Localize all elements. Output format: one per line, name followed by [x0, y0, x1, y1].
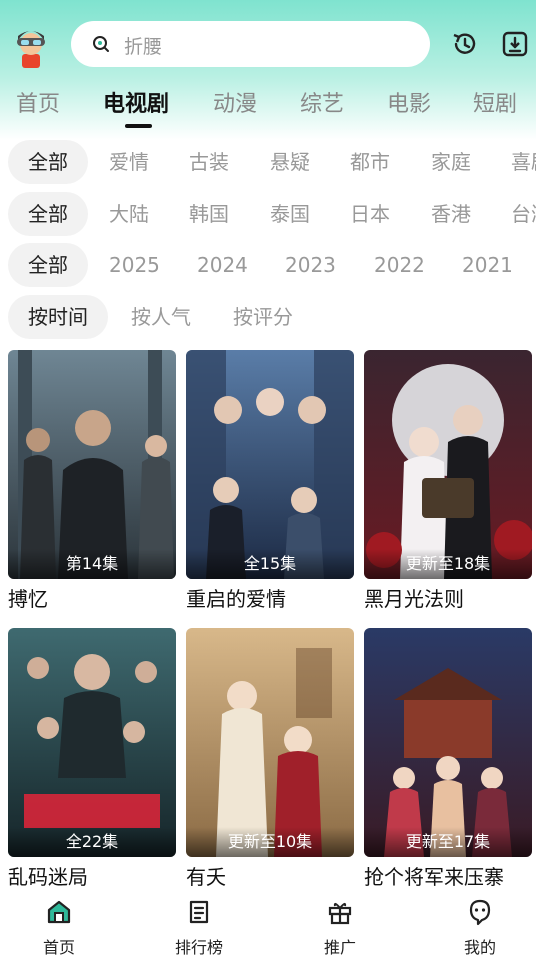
bottom-navigation: 首页 排行榜 推广 我的 [0, 890, 536, 962]
category-tabs: 首页 电视剧 动漫 综艺 电影 短剧 [0, 82, 536, 132]
region-filter: 全部 大陆 韩国 泰国 日本 香港 台湾 [0, 192, 536, 236]
region-option[interactable]: 日本 [350, 192, 390, 236]
search-icon [91, 34, 111, 54]
episode-badge: 全22集 [8, 827, 176, 857]
year-option[interactable]: 2021 [462, 243, 513, 287]
active-tab-indicator [125, 124, 152, 128]
show-card[interactable]: 全15集 重启的爱情 [186, 350, 354, 612]
nav-ranking[interactable]: 排行榜 [159, 898, 239, 958]
show-title: 搏忆 [8, 587, 48, 611]
episode-badge: 第14集 [8, 549, 176, 579]
home-icon [47, 900, 71, 924]
year-option[interactable]: 2022 [374, 243, 425, 287]
search-bar[interactable]: 折腰 [71, 21, 430, 67]
tab-home[interactable]: 首页 [16, 86, 60, 118]
nav-profile[interactable]: 我的 [440, 898, 520, 958]
show-card[interactable]: 全22集 乱码迷局 [8, 628, 176, 890]
download-icon[interactable] [501, 30, 529, 58]
nav-promotion[interactable]: 推广 [300, 898, 380, 958]
profile-icon [469, 899, 491, 926]
show-title: 有夭 [186, 865, 226, 889]
show-title: 重启的爱情 [186, 587, 286, 611]
tab-anime[interactable]: 动漫 [213, 86, 257, 118]
nav-profile-label: 我的 [463, 938, 496, 957]
region-option[interactable]: 大陆 [109, 192, 149, 236]
show-poster[interactable]: 全15集 [186, 350, 354, 579]
nav-ranking-label: 排行榜 [174, 938, 223, 957]
show-card[interactable]: 更新至10集 有夭 [186, 628, 354, 890]
genre-option[interactable]: 爱情 [109, 140, 149, 184]
year-option[interactable]: 2024 [197, 243, 248, 287]
sort-by-popularity[interactable]: 按人气 [131, 295, 191, 339]
episode-badge: 更新至10集 [186, 827, 354, 857]
history-icon[interactable] [451, 30, 479, 58]
search-placeholder: 折腰 [124, 36, 163, 58]
avatar[interactable] [12, 24, 50, 68]
sort-filter: 按时间 按人气 按评分 [0, 295, 536, 339]
show-title: 黑月光法则 [364, 587, 464, 611]
genre-option[interactable]: 都市 [350, 140, 390, 184]
year-option[interactable]: 2025 [109, 243, 160, 287]
tab-tv-series[interactable]: 电视剧 [103, 86, 169, 118]
region-option[interactable]: 香港 [431, 192, 471, 236]
episode-badge: 更新至18集 [364, 549, 532, 579]
episode-badge: 全15集 [186, 549, 354, 579]
nav-promotion-label: 推广 [323, 938, 356, 957]
genre-option[interactable]: 古装 [189, 140, 229, 184]
ranking-icon [189, 900, 209, 924]
year-filter: 全部 2025 2024 2023 2022 2021 [0, 243, 536, 287]
genre-all[interactable]: 全部 [8, 140, 88, 184]
show-poster[interactable]: 第14集 [8, 350, 176, 579]
show-poster[interactable]: 全22集 [8, 628, 176, 857]
show-title: 乱码迷局 [8, 865, 88, 889]
show-poster[interactable]: 更新至18集 [364, 350, 532, 579]
genre-filter: 全部 爱情 古装 悬疑 都市 家庭 喜剧 [0, 140, 536, 184]
region-option[interactable]: 泰国 [270, 192, 310, 236]
show-card[interactable]: 第14集 搏忆 [8, 350, 176, 612]
genre-option[interactable]: 家庭 [431, 140, 471, 184]
region-all[interactable]: 全部 [8, 192, 88, 236]
tab-variety[interactable]: 综艺 [300, 86, 344, 118]
nav-home[interactable]: 首页 [19, 898, 99, 958]
show-poster[interactable]: 更新至17集 [364, 628, 532, 857]
show-card[interactable]: 更新至18集 黑月光法则 [364, 350, 532, 612]
gift-icon [328, 902, 352, 925]
show-card[interactable]: 更新至17集 抢个将军来压寨 [364, 628, 532, 890]
show-title: 抢个将军来压寨 [364, 865, 504, 889]
nav-home-label: 首页 [42, 938, 75, 957]
region-option[interactable]: 韩国 [189, 192, 229, 236]
year-option[interactable]: 2023 [285, 243, 336, 287]
episode-badge: 更新至17集 [364, 827, 532, 857]
sort-by-time[interactable]: 按时间 [8, 295, 108, 339]
show-poster[interactable]: 更新至10集 [186, 628, 354, 857]
tab-movie[interactable]: 电影 [387, 86, 431, 118]
genre-option[interactable]: 悬疑 [270, 140, 310, 184]
year-all[interactable]: 全部 [8, 243, 88, 287]
header: 折腰 [0, 18, 536, 72]
sort-by-rating[interactable]: 按评分 [233, 295, 293, 339]
tab-short-drama[interactable]: 短剧 [473, 86, 517, 118]
genre-option[interactable]: 喜剧 [511, 140, 536, 184]
region-option[interactable]: 台湾 [511, 192, 536, 236]
